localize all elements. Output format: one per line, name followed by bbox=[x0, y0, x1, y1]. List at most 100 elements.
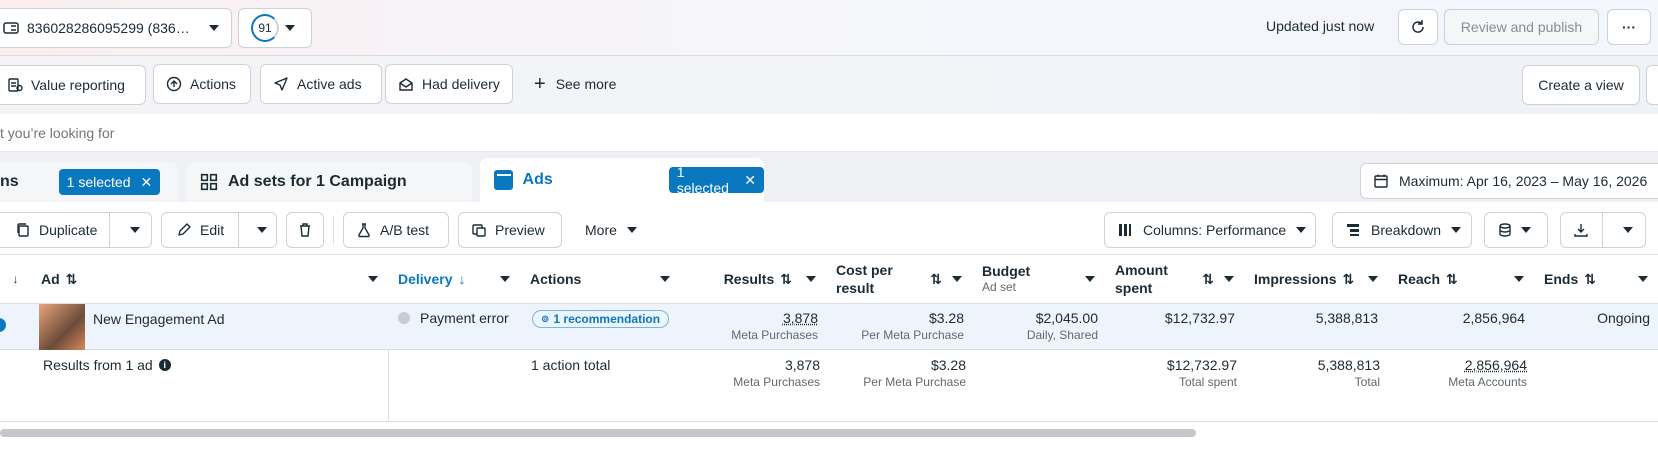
ads-selected-chip[interactable]: 1 selected ✕ bbox=[669, 167, 764, 193]
delete-button[interactable] bbox=[286, 212, 324, 248]
breakdown-icon bbox=[1345, 222, 1361, 238]
table-row[interactable]: New Engagement Ad Payment error ⊚ 1 reco… bbox=[0, 304, 1658, 350]
column-header-results[interactable]: Results ⇅ bbox=[680, 254, 827, 304]
sort-icon: ⇅ bbox=[780, 271, 792, 288]
ab-test-button[interactable]: A/B test bbox=[343, 212, 449, 248]
totals-impressions-label: Total bbox=[1254, 375, 1380, 389]
report-icon bbox=[7, 77, 23, 93]
overflow-button[interactable] bbox=[1646, 65, 1658, 105]
preview-label: Preview bbox=[495, 222, 545, 238]
account-selector[interactable]: 836028286095299 (836… bbox=[0, 8, 232, 48]
totals-amount-label: Total spent bbox=[1115, 375, 1237, 389]
duplicate-label: Duplicate bbox=[39, 222, 97, 238]
level-tabs: ns 1 selected ✕ Ad sets for 1 Campaign A… bbox=[0, 152, 1658, 202]
review-publish-button[interactable]: Review and publish bbox=[1444, 9, 1599, 45]
impressions-header-label: Impressions bbox=[1254, 271, 1336, 287]
preview-button[interactable]: Preview bbox=[458, 212, 562, 248]
column-header-delivery[interactable]: Delivery ↓ bbox=[388, 254, 521, 304]
campaigns-selected-chip[interactable]: 1 selected ✕ bbox=[59, 169, 161, 195]
had-delivery-filter[interactable]: Had delivery bbox=[385, 64, 513, 104]
close-icon[interactable]: ✕ bbox=[141, 174, 153, 191]
tab-adsets[interactable]: Ad sets for 1 Campaign bbox=[186, 162, 472, 202]
tab-ads[interactable]: Ads 1 selected ✕ bbox=[480, 158, 764, 202]
campaigns-selected-label: 1 selected bbox=[67, 174, 131, 190]
row-radio[interactable] bbox=[0, 318, 6, 332]
chevron-down-icon bbox=[257, 227, 267, 233]
horizontal-scrollbar[interactable] bbox=[0, 429, 1196, 437]
plus-icon: + bbox=[534, 77, 546, 91]
totals-amount-value: $12,732.97 bbox=[1115, 357, 1237, 373]
active-ads-filter[interactable]: Active ads bbox=[260, 64, 382, 104]
chevron-down-icon bbox=[130, 227, 140, 233]
column-header-actions[interactable]: Actions bbox=[520, 254, 681, 304]
chevron-down-icon bbox=[1296, 227, 1306, 233]
chevron-down-icon bbox=[1085, 276, 1095, 282]
sort-icon: ⇅ bbox=[1446, 271, 1458, 288]
flask-icon bbox=[356, 222, 372, 238]
copy-icon bbox=[15, 222, 31, 238]
actions-label: Actions bbox=[190, 76, 236, 92]
edit-dropdown[interactable] bbox=[247, 213, 276, 247]
totals-reach-value[interactable]: 2,856,964 bbox=[1398, 357, 1527, 373]
sort-icon: ⇅ bbox=[1342, 271, 1354, 288]
create-view-button[interactable]: Create a view bbox=[1522, 65, 1640, 105]
chevron-down-icon bbox=[1521, 227, 1531, 233]
column-header-impressions[interactable]: Impressions ⇅ bbox=[1244, 254, 1389, 304]
results-value[interactable]: 3,878 bbox=[690, 310, 818, 326]
recommendation-badge[interactable]: ⊚ 1 recommendation bbox=[532, 310, 669, 328]
ab-test-label: A/B test bbox=[380, 222, 429, 238]
close-icon[interactable]: ✕ bbox=[744, 172, 756, 189]
actions-filter[interactable]: Actions bbox=[153, 64, 251, 104]
export-dropdown[interactable] bbox=[1611, 213, 1645, 247]
recommendation-label: 1 recommendation bbox=[553, 312, 660, 326]
tab-adsets-label: Ad sets for 1 Campaign bbox=[228, 173, 407, 191]
grid-icon bbox=[200, 173, 218, 191]
trash-icon bbox=[297, 222, 313, 238]
search-input[interactable] bbox=[0, 122, 600, 144]
toolbar: Duplicate Edit A/B test Preview More Col… bbox=[0, 202, 1658, 254]
actions-header-label: Actions bbox=[530, 271, 581, 287]
duplicate-dropdown[interactable] bbox=[118, 213, 151, 247]
edit-button[interactable]: Edit bbox=[162, 213, 239, 247]
columns-label: Columns: Performance bbox=[1143, 222, 1286, 238]
refresh-button[interactable] bbox=[1398, 9, 1438, 45]
totals-reach-cell: 2,856,964 Meta Accounts bbox=[1398, 357, 1527, 428]
sort-icon: ⇅ bbox=[1202, 271, 1214, 288]
duplicate-button[interactable]: Duplicate bbox=[0, 213, 110, 247]
results-label: Meta Purchases bbox=[690, 328, 818, 342]
ends-value: Ongoing bbox=[1544, 310, 1650, 326]
columns-dropdown[interactable]: Columns: Performance bbox=[1104, 212, 1316, 248]
ellipsis-icon: ··· bbox=[1622, 19, 1636, 35]
chevron-down-icon bbox=[209, 25, 219, 31]
delivery-status-label: Payment error bbox=[420, 310, 509, 326]
account-label: 836028286095299 (836… bbox=[27, 20, 201, 36]
ads-selected-label: 1 selected bbox=[677, 164, 735, 196]
more-options-button[interactable]: ··· bbox=[1607, 9, 1651, 45]
column-header-budget[interactable]: Budget Ad set bbox=[972, 254, 1106, 304]
totals-impressions-cell: 5,388,813 Total bbox=[1254, 357, 1380, 428]
edit-label: Edit bbox=[200, 222, 224, 238]
envelope-open-icon bbox=[398, 76, 414, 92]
chevron-down-icon bbox=[952, 276, 962, 282]
column-header-ends[interactable]: Ends ⇅ bbox=[1534, 254, 1658, 304]
column-header-ad[interactable]: Ad ⇅ bbox=[31, 254, 389, 304]
account-icon bbox=[3, 20, 19, 36]
tab-campaigns[interactable]: ns 1 selected ✕ bbox=[0, 162, 178, 202]
column-header-cost-per-result[interactable]: Cost per result ⇅ bbox=[826, 254, 973, 304]
score-ring-icon: 91 bbox=[251, 14, 279, 42]
date-range-picker[interactable]: Maximum: Apr 16, 2023 – May 16, 2026 bbox=[1360, 163, 1658, 199]
ad-name-link[interactable]: New Engagement Ad bbox=[93, 311, 225, 327]
chevron-down-icon bbox=[1368, 276, 1378, 282]
breakdown-dropdown[interactable]: Breakdown bbox=[1332, 212, 1472, 248]
see-more-filter[interactable]: + See more bbox=[534, 76, 616, 92]
value-reporting-filter[interactable]: Value reporting bbox=[0, 65, 146, 105]
checkbox-header[interactable]: ↓ bbox=[0, 254, 32, 304]
info-icon[interactable]: i bbox=[159, 359, 171, 371]
export-button[interactable] bbox=[1561, 213, 1603, 247]
reports-dropdown[interactable] bbox=[1484, 212, 1548, 248]
column-header-reach[interactable]: Reach ⇅ bbox=[1388, 254, 1535, 304]
amount-value: $12,732.97 bbox=[1115, 310, 1235, 326]
more-dropdown[interactable]: More bbox=[585, 222, 637, 238]
column-header-amount-spent[interactable]: Amount spent ⇅ bbox=[1105, 254, 1245, 304]
score-selector[interactable]: 91 bbox=[238, 8, 312, 48]
